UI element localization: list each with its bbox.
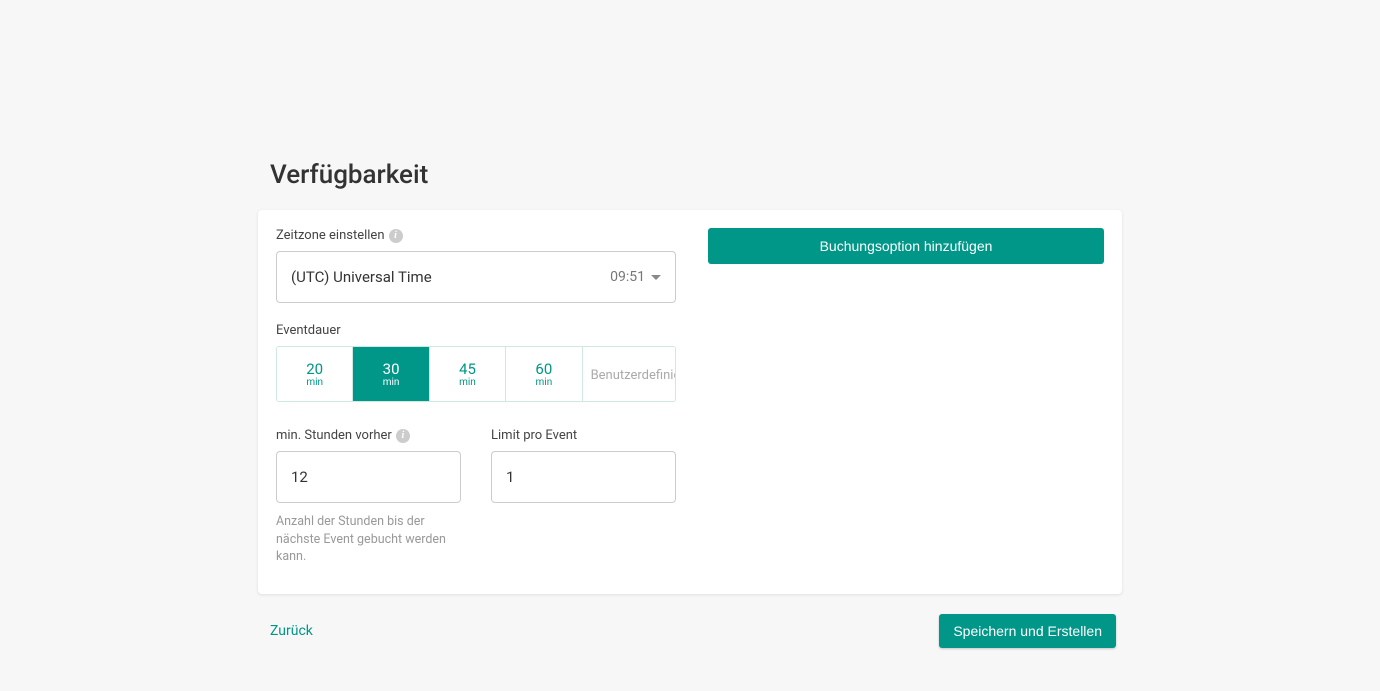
timezone-label: Zeitzone einstellen i <box>276 228 676 243</box>
limit-input[interactable] <box>491 451 676 503</box>
info-icon[interactable]: i <box>396 429 410 443</box>
duration-unit: min <box>383 378 400 388</box>
limit-label-text: Limit pro Event <box>491 428 577 443</box>
duration-value: 45 <box>459 362 476 377</box>
limit-label: Limit pro Event <box>491 428 676 443</box>
timezone-current-time: 09:51 <box>610 269 645 285</box>
save-and-create-button[interactable]: Speichern und Erstellen <box>939 614 1116 648</box>
duration-unit: min <box>459 378 476 388</box>
availability-card: Zeitzone einstellen i (UTC) Universal Ti… <box>258 210 1122 594</box>
min-hours-helper: Anzahl der Stunden bis der nächste Event… <box>276 513 456 566</box>
min-hours-input[interactable] <box>276 451 461 503</box>
duration-options: 20 min 30 min 45 min 60 min <box>276 346 676 402</box>
form-footer: Zurück Speichern und Erstellen <box>258 614 1122 648</box>
duration-option-20[interactable]: 20 min <box>277 347 353 401</box>
page-title: Verfügbarkeit <box>258 160 1122 190</box>
min-hours-label-text: min. Stunden vorher <box>276 428 392 443</box>
duration-option-30[interactable]: 30 min <box>353 347 429 401</box>
duration-custom-label: Benutzerdefiniert <box>591 368 675 383</box>
back-link[interactable]: Zurück <box>270 623 313 639</box>
duration-value: 30 <box>383 362 400 377</box>
duration-value: 20 <box>306 362 323 377</box>
info-icon[interactable]: i <box>389 229 403 243</box>
duration-unit: min <box>306 378 323 388</box>
duration-option-60[interactable]: 60 min <box>506 347 582 401</box>
duration-unit: min <box>536 378 553 388</box>
duration-option-custom[interactable]: Benutzerdefiniert <box>583 347 675 401</box>
duration-option-45[interactable]: 45 min <box>430 347 506 401</box>
timezone-select[interactable]: (UTC) Universal Time 09:51 <box>276 251 676 303</box>
duration-value: 60 <box>535 362 552 377</box>
timezone-value: (UTC) Universal Time <box>291 268 432 286</box>
duration-label-text: Eventdauer <box>276 323 341 338</box>
timezone-label-text: Zeitzone einstellen <box>276 228 385 243</box>
add-booking-option-button[interactable]: Buchungsoption hinzufügen <box>708 228 1104 264</box>
min-hours-label: min. Stunden vorher i <box>276 428 461 443</box>
chevron-down-icon <box>651 275 661 280</box>
duration-label: Eventdauer <box>276 323 676 338</box>
